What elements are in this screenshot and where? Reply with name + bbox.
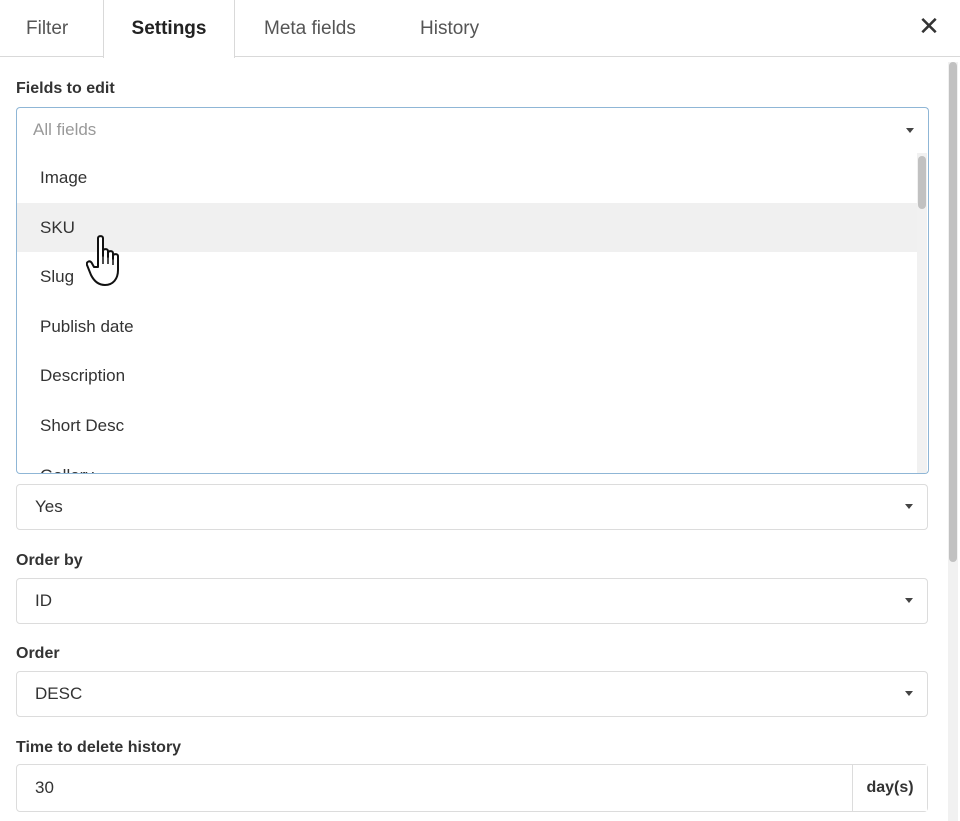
settings-panel: Filter Settings Meta fields History ✕ Fi… <box>0 0 960 821</box>
option-publish-date[interactable]: Publish date <box>17 302 917 352</box>
tab-meta-fields[interactable]: Meta fields <box>264 0 374 57</box>
time-to-delete-history-label: Time to delete history <box>16 739 182 756</box>
order-value: DESC <box>35 684 83 703</box>
caret-down-icon <box>905 504 913 509</box>
caret-down-icon <box>905 598 913 603</box>
fields-to-edit-placeholder: All fields <box>33 120 97 139</box>
option-short-desc[interactable]: Short Desc <box>17 401 917 451</box>
panel-scrollbar[interactable] <box>948 62 958 821</box>
option-image[interactable]: Image <box>17 153 917 203</box>
option-description[interactable]: Description <box>17 351 917 401</box>
option-slug[interactable]: Slug <box>17 252 917 302</box>
dropdown-scrollbar-thumb[interactable] <box>918 156 926 209</box>
tab-bar: Filter Settings Meta fields History ✕ <box>0 0 960 58</box>
order-label: Order <box>16 645 60 662</box>
close-icon[interactable]: ✕ <box>916 11 942 41</box>
tab-history[interactable]: History <box>420 0 500 57</box>
option-sku[interactable]: SKU <box>17 202 917 253</box>
fields-to-edit-label: Fields to edit <box>16 80 115 97</box>
order-select[interactable]: DESC <box>16 671 928 717</box>
yes-select-value: Yes <box>35 497 63 516</box>
days-addon: day(s) <box>852 765 927 811</box>
yes-select[interactable]: Yes <box>16 484 928 530</box>
order-by-select[interactable]: ID <box>16 578 928 624</box>
time-to-delete-history-field[interactable]: 30 day(s) <box>16 764 928 812</box>
order-by-label: Order by <box>16 552 83 569</box>
tab-filter[interactable]: Filter <box>26 0 86 57</box>
time-to-delete-history-input[interactable]: 30 <box>35 765 54 811</box>
fields-to-edit-multiselect[interactable]: All fields <box>16 107 929 153</box>
caret-down-icon <box>906 128 914 133</box>
tab-settings[interactable]: Settings <box>103 0 235 58</box>
panel-scrollbar-thumb[interactable] <box>949 62 957 562</box>
fields-dropdown: Image SKU Slug Publish date Description … <box>16 153 929 474</box>
order-by-value: ID <box>35 591 52 610</box>
fields-option-list: Image SKU Slug Publish date Description … <box>17 153 917 473</box>
option-gallery[interactable]: Gallery <box>17 451 917 473</box>
caret-down-icon <box>905 691 913 696</box>
dropdown-scrollbar[interactable] <box>917 153 927 473</box>
